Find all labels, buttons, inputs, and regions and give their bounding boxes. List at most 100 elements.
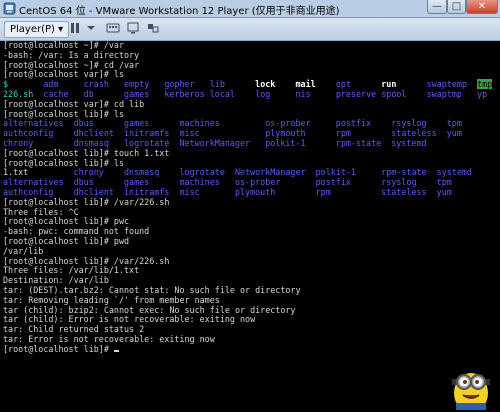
terminal-text: initramfs (124, 186, 180, 197)
terminal-text: db (83, 88, 125, 99)
terminal-text: dnsmasq (124, 167, 180, 178)
terminal-text: Three files: ^C (3, 206, 79, 217)
terminal-text: chrony (73, 167, 125, 178)
terminal-text: run (381, 79, 427, 90)
terminal-text: tpm (436, 177, 452, 188)
terminal-text: polkit-1 (315, 167, 382, 178)
terminal-text: stateless (391, 128, 447, 139)
terminal-text: [root@localhost lib]# touch 1.txt (3, 147, 170, 158)
terminal-text: dhclient (73, 186, 125, 197)
terminal-text: spool (381, 88, 427, 99)
terminal-text: [root@localhost lib]# /var/226.sh (3, 196, 170, 207)
unity-icon[interactable] (146, 21, 160, 35)
terminal-text: [root@localhost lib]# (3, 343, 114, 354)
pause-icon[interactable] (68, 21, 82, 35)
terminal-text: [root@localhost var]# ls (3, 69, 125, 80)
terminal-text: lib (209, 79, 256, 90)
terminal-text: gopher (164, 79, 210, 90)
terminal-text: plymouth (234, 186, 316, 197)
terminal-text: tmp (477, 79, 493, 90)
terminal-text: misc (179, 186, 235, 197)
terminal-text: rpm (335, 128, 392, 139)
terminal-text: kerberos (164, 88, 210, 99)
fullscreen-icon[interactable] (126, 21, 140, 35)
terminal-text: chrony (3, 137, 74, 148)
terminal-text: rsyslog (391, 118, 447, 129)
terminal-text: [root@localhost lib]# ls (3, 108, 125, 119)
terminal-text: machines (179, 177, 235, 188)
terminal-text: log (255, 88, 296, 99)
terminal-text: dhclient (73, 128, 125, 139)
terminal-text: stateless (381, 186, 437, 197)
terminal-text: tar: (DEST).tar.bz2: Cannot stat: No suc… (3, 284, 301, 295)
terminal-text: misc (179, 128, 266, 139)
vmware-app-icon (3, 2, 16, 15)
terminal-text: authconfig (3, 128, 74, 139)
terminal-text: os-prober (265, 118, 336, 129)
vmware-window: CentOS 64 位 - VMware Workstation 12 Play… (0, 0, 500, 412)
terminal-text: 1.txt (3, 167, 74, 178)
terminal-text: rpm-state (381, 167, 437, 178)
terminal-text: dbus (73, 118, 125, 129)
terminal-text: machines (179, 118, 266, 129)
terminal-text: $ (3, 79, 44, 90)
terminal-text: dbus (73, 177, 125, 188)
terminal-text: 226.sh (3, 88, 44, 99)
terminal-text: games (124, 88, 165, 99)
terminal-text: [root@localhost lib]# pwc (3, 216, 130, 227)
terminal-screen[interactable]: [root@localhost ~]# /var -bash: /var: Is … (3, 41, 499, 412)
terminal-text: [root@localhost var]# cd lib (3, 98, 145, 109)
terminal-text: tar (child): Error is not recoverable: e… (3, 314, 256, 325)
terminal-text: adm (43, 79, 84, 90)
terminal-text: yp (477, 88, 488, 99)
terminal-text: crash (83, 79, 125, 90)
terminal-text: polkit-1 (265, 137, 336, 148)
terminal-text: tar: Error is not recoverable: exiting n… (3, 333, 215, 344)
terminal-text: systemd (391, 137, 427, 148)
maximize-button[interactable]: □ (447, 0, 466, 14)
terminal-cursor (113, 349, 119, 352)
terminal-text: logrotate (124, 137, 180, 148)
terminal-text: alternatives (3, 177, 74, 188)
terminal-text: yum (446, 128, 462, 139)
minimize-button[interactable]: — (427, 0, 447, 14)
terminal-text: postfix (315, 177, 382, 188)
title-bar[interactable]: CentOS 64 位 - VMware Workstation 12 Play… (0, 0, 500, 18)
terminal-text: opt (335, 79, 382, 90)
terminal-text: games (124, 177, 180, 188)
player-toolbar: Player(P) ▾ (0, 18, 500, 41)
terminal-text: lock (255, 79, 296, 90)
terminal-text: [root@localhost lib]# pwd (3, 235, 130, 246)
terminal-text: rpm-state (335, 137, 392, 148)
pause-dropdown-icon[interactable] (84, 21, 98, 35)
close-button[interactable]: ✕ (466, 0, 498, 14)
terminal-text: NetworkManager (179, 137, 266, 148)
terminal-text: plymouth (265, 128, 336, 139)
terminal-text: swaptemp (426, 79, 478, 90)
terminal-text: Three files: /var/lib/1.txt (3, 265, 140, 276)
terminal-text: tpm (446, 118, 462, 129)
terminal-text: alternatives (3, 118, 74, 129)
terminal-text: nis (295, 88, 336, 99)
send-ctrl-alt-del-icon[interactable] (106, 21, 120, 35)
terminal-text: logrotate (179, 167, 235, 178)
terminal-text: [root@localhost lib]# ls (3, 157, 125, 168)
terminal-text: [root@localhost ~]# /var (3, 41, 125, 50)
player-menu-button[interactable]: Player(P) ▾ (4, 21, 70, 38)
terminal-text: -bash: /var: Is a directory (3, 49, 140, 60)
terminal-text: dnsmasq (73, 137, 125, 148)
terminal-text: rpm (315, 186, 382, 197)
terminal-text: games (124, 118, 180, 129)
terminal-text: NetworkManager (234, 167, 316, 178)
terminal-text: empty (124, 79, 165, 90)
terminal-text: tar: Child returned status 2 (3, 324, 145, 335)
terminal-text: [root@localhost lib]# /var/226.sh (3, 255, 170, 266)
terminal-line: [root@localhost lib]# pwd (3, 235, 499, 247)
terminal-text: preserve (335, 88, 382, 99)
terminal-text: /var/lib (3, 245, 44, 256)
terminal-text: authconfig (3, 186, 74, 197)
terminal-text: tar: Removing leading `/' from member na… (3, 294, 220, 305)
terminal-text: rsyslog (381, 177, 437, 188)
terminal-text: tar (child): bzip2: Cannot exec: No such… (3, 304, 296, 315)
terminal-text: [root@localhost ~]# cd /var (3, 59, 140, 70)
